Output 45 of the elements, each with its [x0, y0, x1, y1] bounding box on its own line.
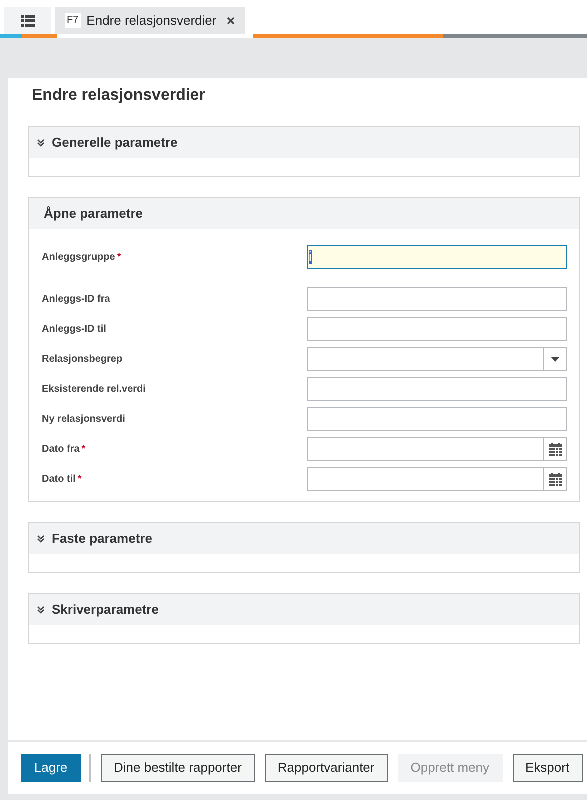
section-header[interactable]: Skriverparametre	[29, 594, 579, 625]
chevron-down-icon	[37, 138, 45, 146]
calendar-icon[interactable]	[548, 472, 562, 486]
field-value: i	[309, 250, 312, 264]
field-label: Dato til *	[42, 473, 83, 487]
list-icon	[20, 14, 34, 26]
section-header[interactable]: Faste parametre	[29, 523, 579, 554]
input-field[interactable]	[307, 287, 567, 311]
required-mark: *	[82, 444, 86, 455]
action-button[interactable]: Dine bestilte rapporter	[101, 754, 255, 782]
chevron-down-icon	[37, 606, 45, 614]
tab-label: Endre relasjonsverdier	[86, 12, 217, 30]
menu-tab[interactable]	[4, 7, 51, 34]
required-mark: *	[117, 252, 122, 263]
shortcut-key: F7	[65, 13, 81, 28]
close-icon[interactable]	[226, 16, 235, 24]
action-button[interactable]: Lagre	[21, 754, 81, 782]
field-label: Dato fra *	[42, 443, 87, 457]
section-header[interactable]: Generelle parametre	[29, 127, 579, 158]
section-title: Generelle parametre	[52, 134, 178, 152]
calendar-icon[interactable]	[548, 442, 562, 456]
section-title: Åpne parametre	[44, 204, 143, 223]
input-field[interactable]	[307, 317, 567, 341]
required-mark: *	[78, 474, 82, 485]
field-label: Ny relasjonsverdi	[42, 413, 126, 427]
field-label: Anleggs-ID fra	[42, 293, 112, 307]
caret-icon	[550, 356, 560, 362]
date-field[interactable]	[307, 467, 567, 491]
chevron-down-icon	[37, 534, 45, 542]
field-label: Relasjonsbegrep	[42, 353, 124, 367]
field-label: Anleggs-ID til	[42, 323, 108, 337]
page-title: Endre relasjonsverdier	[32, 86, 206, 106]
field-label: Eksisterende rel.verdi	[42, 383, 147, 397]
dropdown-field[interactable]	[307, 347, 567, 371]
section-header[interactable]: Åpne parametre	[29, 198, 579, 229]
action-button[interactable]: Eksport	[512, 754, 583, 782]
date-field[interactable]	[307, 437, 567, 461]
page-tab[interactable]: F7 Endre relasjonsverdier	[55, 7, 245, 34]
field-label: Anleggsgruppe *	[42, 251, 122, 265]
section-title: Faste parametre	[52, 530, 152, 548]
action-button[interactable]: Rapportvarianter	[264, 754, 388, 782]
input-field[interactable]	[307, 407, 567, 431]
section-title: Skriverparametre	[52, 600, 159, 619]
input-field[interactable]: i	[307, 245, 567, 269]
input-field[interactable]	[307, 377, 567, 401]
